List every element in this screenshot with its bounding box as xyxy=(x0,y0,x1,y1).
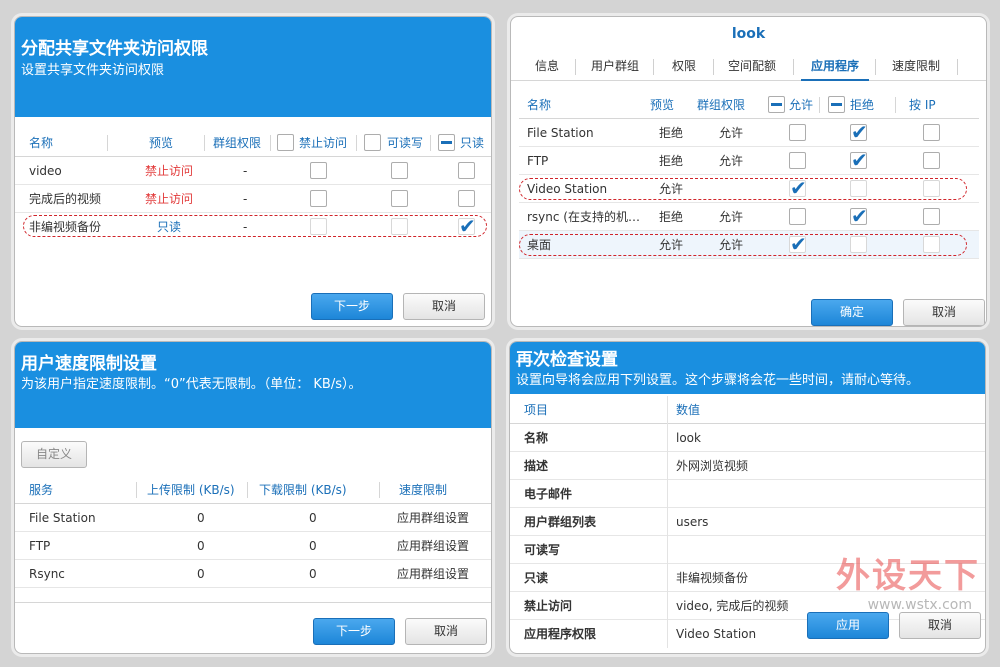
watermark-url: www.wstx.com xyxy=(867,597,972,613)
tab-applications[interactable]: 应用程序 xyxy=(801,56,869,76)
check-icon: ✔ xyxy=(851,204,868,228)
tab-speed-limit[interactable]: 速度限制 xyxy=(883,56,949,76)
tab-permissions[interactable]: 权限 xyxy=(661,56,707,76)
apply-button[interactable]: 应用 xyxy=(807,612,889,639)
panel-header: 用户速度限制设置 为该用户指定速度限制。“0”代表无限制。（单位： KB/s）。 xyxy=(15,342,491,428)
panel-title: 用户速度限制设置 xyxy=(21,354,157,374)
tab-info[interactable]: 信息 xyxy=(523,56,571,76)
table-row[interactable]: rsync (在支持的机… 拒绝 允许 ✔ xyxy=(519,203,979,231)
cancel-button[interactable]: 取消 xyxy=(405,618,487,645)
panel-title: 分配共享文件夹访问权限 xyxy=(21,39,208,59)
tab-quota[interactable]: 空间配额 xyxy=(721,56,783,76)
cancel-button[interactable]: 取消 xyxy=(903,299,985,326)
ip-checkbox[interactable] xyxy=(923,124,940,141)
col-download: 下载限制 (KB/s) xyxy=(259,483,347,497)
rw-all-checkbox[interactable] xyxy=(364,134,381,151)
table-row[interactable]: FTP 0 0 应用群组设置 xyxy=(15,532,491,560)
allow-all-checkbox[interactable] xyxy=(768,96,785,113)
col-speed-limit: 速度限制 xyxy=(399,483,448,497)
col-ip: 按 IP xyxy=(909,98,936,112)
table-row: 电子邮件 xyxy=(510,480,985,508)
table-row[interactable]: File Station 0 0 应用群组设置 xyxy=(15,504,491,532)
col-service: 服务 xyxy=(29,483,54,497)
highlight-oval xyxy=(23,215,487,237)
ok-button[interactable]: 确定 xyxy=(811,299,893,326)
table-row: 名称 look xyxy=(510,424,985,452)
table-row[interactable]: FTP 拒绝 允许 ✔ xyxy=(519,147,979,175)
allow-checkbox[interactable] xyxy=(789,208,806,225)
col-deny: 拒绝 xyxy=(850,98,875,112)
col-rw: 可读写 xyxy=(387,136,424,150)
rw-checkbox[interactable] xyxy=(391,190,408,207)
panel-subtitle: 设置向导将会应用下列设置。这个步骤将会花一些时间，请耐心等待。 xyxy=(516,373,920,388)
custom-button[interactable]: 自定义 xyxy=(21,441,87,468)
check-icon: ✔ xyxy=(851,120,868,144)
col-deny: 禁止访问 xyxy=(299,136,348,150)
col-ro: 只读 xyxy=(460,136,485,150)
col-preview: 预览 xyxy=(149,136,174,150)
cancel-button[interactable]: 取消 xyxy=(899,612,981,639)
ip-checkbox[interactable] xyxy=(923,152,940,169)
allow-checkbox[interactable] xyxy=(789,124,806,141)
next-button[interactable]: 下一步 xyxy=(311,293,393,320)
highlight-oval xyxy=(519,178,967,200)
ro-all-checkbox[interactable] xyxy=(438,134,455,151)
table-header: 名称 预览 群组权限 允许 拒绝 按 IP xyxy=(519,91,979,119)
ro-checkbox[interactable] xyxy=(458,162,475,179)
deny-checkbox[interactable] xyxy=(310,190,327,207)
speed-limit-panel: 用户速度限制设置 为该用户指定速度限制。“0”代表无限制。（单位： KB/s）。… xyxy=(14,341,492,654)
table-row[interactable]: 完成后的视频 禁止访问 - xyxy=(15,185,491,213)
panel-title: 再次检查设置 xyxy=(516,350,618,370)
share-permission-panel: 分配共享文件夹访问权限 设置共享文件夹访问权限 名称 预览 群组权限 禁止访问 … xyxy=(14,16,492,327)
next-button[interactable]: 下一步 xyxy=(313,618,395,645)
tab-groups[interactable]: 用户群组 xyxy=(583,56,647,76)
table-header: 项目 数值 xyxy=(510,396,985,424)
ro-checkbox[interactable] xyxy=(458,190,475,207)
col-value: 数值 xyxy=(676,403,701,417)
table-header: 名称 预览 群组权限 禁止访问 可读写 只读 xyxy=(15,129,491,157)
table-header: 服务 上传限制 (KB/s) 下载限制 (KB/s) 速度限制 xyxy=(15,476,491,504)
col-preview: 预览 xyxy=(650,98,675,112)
col-upload: 上传限制 (KB/s) xyxy=(147,483,235,497)
col-allow: 允许 xyxy=(789,98,814,112)
deny-checkbox[interactable] xyxy=(310,162,327,179)
highlight-oval xyxy=(519,234,967,256)
table-row: 描述 外网浏览视频 xyxy=(510,452,985,480)
user-app-permission-panel: look 信息 用户群组 权限 空间配额 应用程序 速度限制 名称 预览 群组权… xyxy=(510,16,987,327)
check-icon: ✔ xyxy=(851,148,868,172)
ip-checkbox[interactable] xyxy=(923,208,940,225)
col-item: 项目 xyxy=(524,403,549,417)
deny-all-checkbox[interactable] xyxy=(828,96,845,113)
table-row[interactable]: Rsync 0 0 应用群组设置 xyxy=(15,560,491,588)
panel-header: 再次检查设置 设置向导将会应用下列设置。这个步骤将会花一些时间，请耐心等待。 xyxy=(510,342,985,394)
col-name: 名称 xyxy=(527,98,552,112)
deny-all-checkbox[interactable] xyxy=(277,134,294,151)
allow-checkbox[interactable] xyxy=(789,152,806,169)
window-title: look xyxy=(731,26,766,42)
panel-header: 分配共享文件夹访问权限 设置共享文件夹访问权限 xyxy=(15,17,491,117)
tab-bar: 信息 用户群组 权限 空间配额 应用程序 速度限制 xyxy=(511,51,986,81)
col-name: 名称 xyxy=(29,136,54,150)
watermark-logo: 外设天下 xyxy=(836,556,980,596)
cancel-button[interactable]: 取消 xyxy=(403,293,485,320)
panel-subtitle: 设置共享文件夹访问权限 xyxy=(21,63,165,78)
table-row[interactable]: File Station 拒绝 允许 ✔ xyxy=(519,119,979,147)
table-row: 用户群组列表 users xyxy=(510,508,985,536)
col-group: 群组权限 xyxy=(697,98,746,112)
col-group: 群组权限 xyxy=(213,136,262,150)
table-row[interactable]: video 禁止访问 - xyxy=(15,157,491,185)
panel-subtitle: 为该用户指定速度限制。“0”代表无限制。（单位： KB/s）。 xyxy=(21,377,362,392)
rw-checkbox[interactable] xyxy=(391,162,408,179)
